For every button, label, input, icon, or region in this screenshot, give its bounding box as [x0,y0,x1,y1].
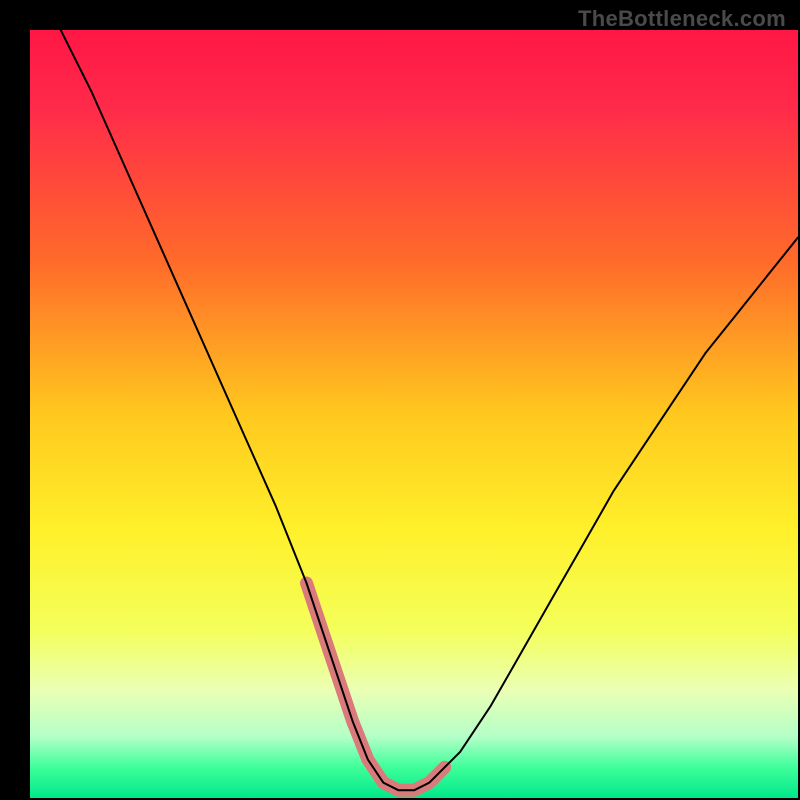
watermark-text: TheBottleneck.com [578,6,786,32]
chart-frame: TheBottleneck.com [0,0,800,800]
bottleneck-chart [0,0,800,800]
plot-background [30,30,798,798]
